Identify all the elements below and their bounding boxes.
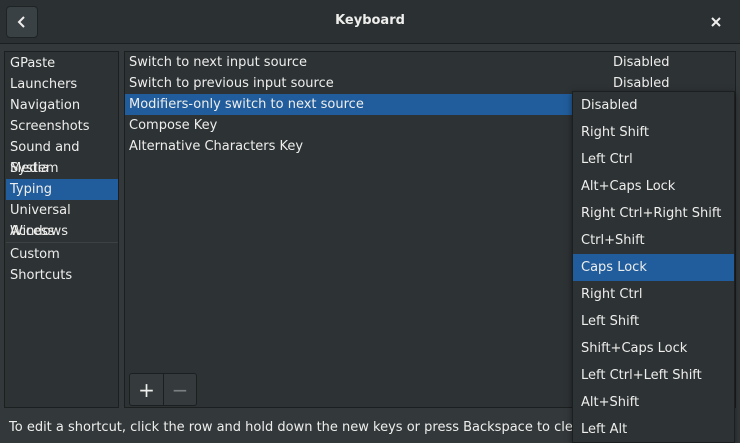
option-item[interactable]: Left Alt [573, 416, 734, 442]
option-item[interactable]: Right Shift [573, 119, 734, 146]
add-remove-group: + − [129, 373, 197, 406]
sidebar-item-launchers[interactable]: Launchers [6, 74, 118, 95]
option-item[interactable]: Ctrl+Shift [573, 227, 734, 254]
close-icon [711, 17, 721, 27]
shortcut-name: Compose Key [129, 118, 218, 133]
sidebar-separator [6, 242, 118, 243]
add-shortcut-button[interactable]: + [130, 374, 163, 405]
close-button[interactable] [706, 12, 726, 32]
sidebar-item-navigation[interactable]: Navigation [6, 95, 118, 116]
option-item[interactable]: Right Ctrl [573, 281, 734, 308]
sidebar-item-gpaste[interactable]: GPaste [6, 53, 118, 74]
category-sidebar: GPaste Launchers Navigation Screenshots … [4, 51, 119, 408]
sidebar-item-custom-shortcuts[interactable]: Custom Shortcuts [6, 244, 118, 283]
shortcut-name: Switch to previous input source [129, 76, 334, 91]
option-item[interactable]: Left Ctrl+Left Shift [573, 362, 734, 389]
remove-shortcut-button[interactable]: − [163, 374, 196, 405]
option-item[interactable]: Left Ctrl [573, 146, 734, 173]
sidebar-item-universal-access[interactable]: Universal Access [6, 200, 118, 239]
option-item[interactable]: Shift+Caps Lock [573, 335, 734, 362]
sidebar-item-typing[interactable]: Typing [6, 179, 118, 200]
option-item[interactable]: Alt+Caps Lock [573, 173, 734, 200]
sidebar-item-windows[interactable]: Windows [6, 221, 118, 242]
option-item-selected[interactable]: Caps Lock [573, 254, 734, 281]
option-item[interactable]: Disabled [573, 92, 734, 119]
option-item[interactable]: Left Shift [573, 308, 734, 335]
shortcut-name: Modifiers-only switch to next source [129, 97, 364, 112]
sidebar-item-screenshots[interactable]: Screenshots [6, 116, 118, 137]
shortcut-row[interactable]: Switch to next input source Disabled [125, 52, 735, 73]
help-text: To edit a shortcut, click the row and ho… [9, 420, 590, 435]
window-title: Keyboard [335, 13, 405, 28]
shortcut-name: Alternative Characters Key [129, 139, 304, 154]
shortcut-value: Disabled [613, 55, 670, 70]
shortcut-name: Switch to next input source [129, 55, 307, 70]
option-item[interactable]: Alt+Shift [573, 389, 734, 416]
sidebar-item-sound-and-media[interactable]: Sound and Media [6, 137, 118, 176]
option-item[interactable]: Right Ctrl+Right Shift [573, 200, 734, 227]
modifier-options-popup: Disabled Right Shift Left Ctrl Alt+Caps … [572, 91, 735, 443]
header-bar: Keyboard [0, 0, 740, 44]
sidebar-item-system[interactable]: System [6, 158, 118, 179]
